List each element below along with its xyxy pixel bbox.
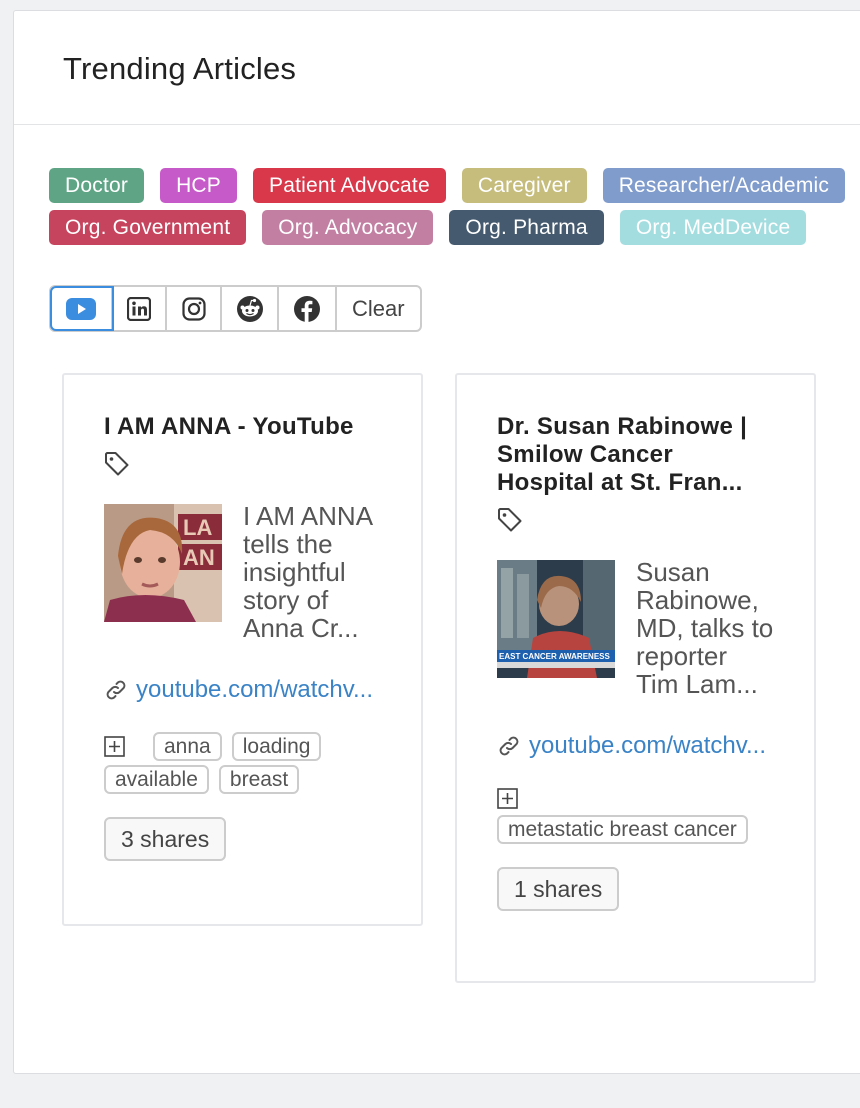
youtube-filter-button[interactable] [50, 286, 114, 331]
svg-text:LA: LA [183, 515, 212, 540]
tag-row-2: Org. Government Org. Advocacy Org. Pharm… [49, 210, 860, 245]
instagram-icon [181, 296, 206, 321]
article-description: Susan Rabinowe, MD, talks to reporter Ti… [636, 557, 774, 699]
keyword-tag[interactable]: loading [231, 732, 322, 761]
svg-text:AN: AN [183, 545, 215, 570]
tag-doctor[interactable]: Doctor [49, 168, 145, 203]
tag-row-1: Doctor HCP Patient Advocate Caregiver Re… [49, 168, 860, 203]
tag-org-government[interactable]: Org. Government [49, 210, 247, 245]
tag-hcp[interactable]: HCP [160, 168, 238, 203]
tag-caregiver[interactable]: Caregiver [461, 168, 587, 203]
panel-header: Trending Articles [14, 11, 860, 125]
shares-button[interactable]: 3 shares [104, 817, 227, 861]
shares-button[interactable]: 1 shares [497, 867, 620, 911]
article-title[interactable]: Dr. Susan Rabinowe | Smilow Cancer Hospi… [497, 413, 774, 497]
tag-icon[interactable] [497, 507, 523, 533]
keyword-tag[interactable]: breast [218, 765, 300, 794]
link-icon [106, 680, 126, 700]
reddit-icon [236, 295, 263, 322]
article-thumbnail[interactable]: LA AN [104, 504, 222, 622]
instagram-filter-button[interactable] [167, 287, 222, 330]
keyword-tag[interactable]: anna [153, 732, 222, 761]
tag-patient-advocate[interactable]: Patient Advocate [253, 168, 446, 203]
facebook-icon [294, 295, 320, 322]
add-keyword-icon[interactable] [497, 788, 518, 809]
youtube-icon [66, 297, 96, 320]
keyword-list: anna loading available breast [104, 732, 381, 794]
tag-org-advocacy[interactable]: Org. Advocacy [262, 210, 434, 245]
add-keyword-icon[interactable] [104, 736, 125, 757]
linkedin-filter-button[interactable] [113, 287, 167, 330]
thumbnail-caption: EAST CANCER AWARENESS [499, 652, 610, 661]
article-link[interactable]: youtube.com/watchv... [529, 732, 766, 760]
article-thumbnail[interactable]: EAST CANCER AWARENESS [497, 560, 615, 678]
clear-label: Clear [352, 295, 405, 321]
tag-researcher-academic[interactable]: Researcher/Academic [602, 168, 846, 203]
article-link-row[interactable]: youtube.com/watchv... [104, 676, 381, 704]
article-title[interactable]: I AM ANNA - YouTube [104, 413, 381, 441]
article-description: I AM ANNA tells the insightful story of … [243, 501, 372, 643]
tag-org-meddevice[interactable]: Org. MedDevice [619, 210, 807, 245]
article-card: I AM ANNA - YouTube LA AN I AM ANNA tell… [62, 373, 423, 926]
link-icon [499, 736, 519, 756]
keyword-tag[interactable]: metastatic breast cancer [497, 815, 748, 844]
platform-filter-group: Clear [49, 285, 422, 332]
category-tags: Doctor HCP Patient Advocate Caregiver Re… [49, 168, 860, 252]
linkedin-icon [127, 296, 151, 321]
article-card: Dr. Susan Rabinowe | Smilow Cancer Hospi… [455, 373, 816, 983]
keyword-tag[interactable]: available [104, 765, 209, 794]
article-media: LA AN I AM ANNA tells the insightful sto… [104, 501, 381, 643]
reddit-filter-button[interactable] [222, 287, 279, 330]
article-media: EAST CANCER AWARENESS Susan Rabinowe, MD… [497, 557, 774, 699]
facebook-filter-button[interactable] [279, 287, 337, 330]
keyword-list: metastatic breast cancer [497, 788, 774, 844]
tag-icon[interactable] [104, 451, 130, 477]
article-link-row[interactable]: youtube.com/watchv... [497, 732, 774, 760]
panel-title: Trending Articles [63, 51, 297, 86]
clear-filter-button[interactable]: Clear [337, 287, 420, 330]
tag-org-pharma[interactable]: Org. Pharma [449, 210, 604, 245]
article-link[interactable]: youtube.com/watchv... [136, 676, 373, 704]
